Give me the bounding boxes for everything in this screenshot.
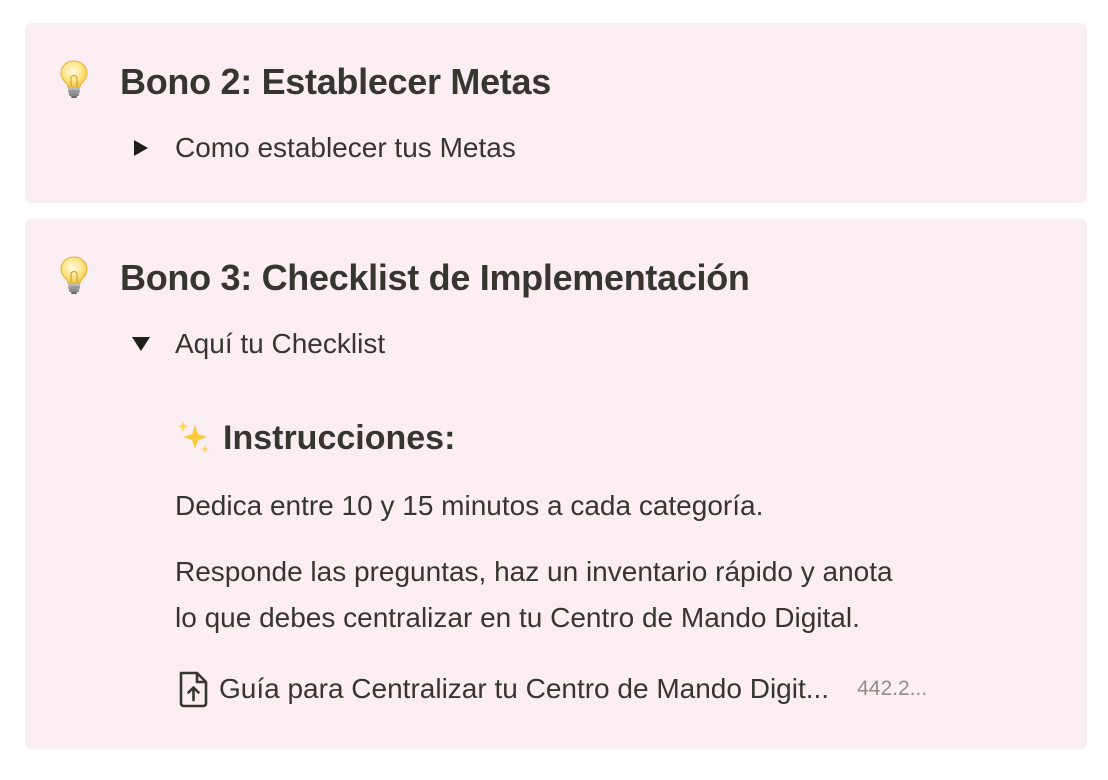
file-upload-icon[interactable] xyxy=(175,669,211,709)
instructions-paragraph-2-line-2: lo que debes centralizar en tu Centro de… xyxy=(175,602,860,633)
caret-right-icon[interactable] xyxy=(131,138,151,158)
callout-bono-2: Bono 2: Establecer Metas Como establecer… xyxy=(25,23,1087,203)
instructions-paragraph-1: Dedica entre 10 y 15 minutos a cada cate… xyxy=(175,490,764,521)
instructions-heading: Instrucciones: xyxy=(175,416,455,460)
file-size: 442.2... xyxy=(857,677,928,700)
file-attachment[interactable]: Guía para Centralizar tu Centro de Mando… xyxy=(175,667,927,711)
callout-bono-3: Bono 3: Checklist de Implementación Aquí… xyxy=(25,219,1087,749)
toggle-aqui-tu-checklist[interactable]: Aquí tu Checklist xyxy=(131,324,385,364)
callout-title: Bono 2: Establecer Metas xyxy=(120,61,551,102)
toggle-label[interactable]: Aquí tu Checklist xyxy=(175,328,385,360)
instructions-paragraph-2-line-1: Responde las preguntas, haz un inventari… xyxy=(175,556,893,587)
lightbulb-icon[interactable] xyxy=(59,59,89,99)
file-name[interactable]: Guía para Centralizar tu Centro de Mando… xyxy=(219,673,829,705)
instructions-title: Instrucciones: xyxy=(223,418,456,457)
toggle-como-establecer-metas[interactable]: Como establecer tus Metas xyxy=(131,128,516,168)
lightbulb-icon[interactable] xyxy=(59,255,89,295)
toggle-label[interactable]: Como establecer tus Metas xyxy=(175,132,516,164)
sparkles-icon xyxy=(175,419,213,457)
caret-down-icon[interactable] xyxy=(131,334,151,354)
callout-title: Bono 3: Checklist de Implementación xyxy=(120,257,750,298)
